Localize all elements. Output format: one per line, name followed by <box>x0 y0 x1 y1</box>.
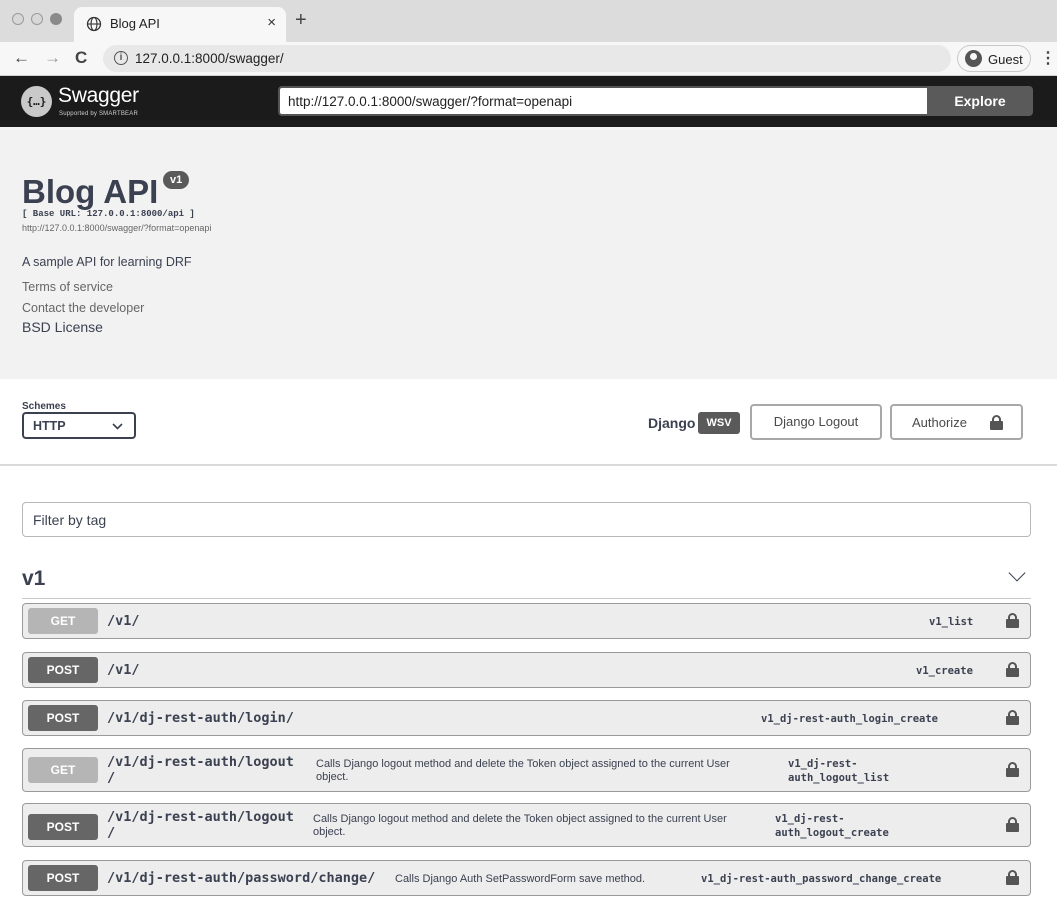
api-info-section: Blog API v1 [ Base URL: 127.0.0.1:8000/a… <box>0 127 1057 379</box>
operation-post-logout[interactable]: POST /v1/dj-rest-auth/logout / Calls Dja… <box>22 803 1031 847</box>
page-title: Blog API <box>22 173 159 210</box>
forward-button[interactable]: → <box>44 47 61 69</box>
operation-id-line1: v1_dj-rest- <box>788 758 858 770</box>
tag-name[interactable]: v1 <box>22 567 45 591</box>
operation-path: /v1/dj-rest-auth/login/ <box>107 710 294 726</box>
operation-get-logout[interactable]: GET /v1/dj-rest-auth/logout / Calls Djan… <box>22 748 1031 792</box>
new-tab-button[interactable]: + <box>295 10 307 30</box>
operation-id-line2: auth_logout_create <box>775 827 889 839</box>
window-close-button[interactable] <box>12 13 24 25</box>
operation-post-v1[interactable]: POST /v1/ v1_create <box>22 652 1031 688</box>
base-url: [ Base URL: 127.0.0.1:8000/api ] <box>22 209 195 219</box>
spec-url-input[interactable]: http://127.0.0.1:8000/swagger/?format=op… <box>278 86 927 116</box>
unlock-icon <box>990 415 1003 430</box>
schemes-label: Schemes <box>22 401 66 412</box>
address-bar-url[interactable]: 127.0.0.1:8000/swagger/ <box>135 51 284 66</box>
globe-icon <box>86 16 102 32</box>
site-info-icon[interactable]: i <box>114 51 128 65</box>
tab-title: Blog API <box>110 16 160 31</box>
contact-developer-link[interactable]: Contact the developer <box>22 301 144 315</box>
operation-post-login[interactable]: POST /v1/dj-rest-auth/login/ v1_dj-rest-… <box>22 700 1031 736</box>
method-badge: POST <box>28 865 98 891</box>
swagger-logo-subtitle: Supported by SMARTBEAR <box>59 111 138 117</box>
operation-summary: Calls Django logout method and delete th… <box>316 758 730 783</box>
wsv-badge: WSV <box>698 412 740 434</box>
lock-icon[interactable] <box>1006 613 1019 628</box>
operation-summary: Calls Django logout method and delete th… <box>313 813 727 838</box>
operation-path-line2: / <box>107 825 116 841</box>
browser-toolbar: ← → C i 127.0.0.1:8000/swagger/ Guest <box>0 42 1057 76</box>
lock-icon[interactable] <box>1006 817 1019 832</box>
operation-get-v1[interactable]: GET /v1/ v1_list <box>22 603 1031 639</box>
operation-path: /v1/ <box>107 613 140 629</box>
operation-id-line2: auth_logout_list <box>788 772 890 784</box>
swagger-topbar: {…} Swagger Supported by SMARTBEAR http:… <box>0 76 1057 127</box>
profile-button[interactable]: Guest <box>957 45 1031 72</box>
address-bar[interactable]: i 127.0.0.1:8000/swagger/ <box>103 45 951 72</box>
operation-summary: Calls Django Auth SetPasswordForm save m… <box>395 873 646 885</box>
avatar-icon <box>965 50 982 67</box>
method-badge: GET <box>28 757 98 783</box>
operation-path: /v1/ <box>107 662 140 678</box>
method-badge: POST <box>28 705 98 731</box>
method-badge: POST <box>28 814 98 840</box>
operation-id: v1_list <box>929 616 974 628</box>
operation-post-password-change[interactable]: POST /v1/dj-rest-auth/password/change/ C… <box>22 860 1031 896</box>
swagger-logo-icon[interactable]: {…} <box>21 86 52 117</box>
spec-link[interactable]: http://127.0.0.1:8000/swagger/?format=op… <box>22 223 211 233</box>
browser-menu-icon[interactable]: ⋮ <box>1040 48 1056 68</box>
version-badge: v1 <box>163 171 190 189</box>
django-logout-button[interactable]: Django Logout <box>750 404 882 440</box>
chevron-down-icon <box>112 423 123 430</box>
operation-id: v1_dj-rest-auth_login_create <box>761 713 939 725</box>
operation-path-line1: /v1/dj-rest-auth/logout <box>107 809 294 825</box>
swagger-logo-text[interactable]: Swagger <box>58 84 139 108</box>
tag-section-v1[interactable]: v1 <box>22 558 1031 599</box>
operation-path-line2: / <box>107 770 116 786</box>
terms-of-service-link[interactable]: Terms of service <box>22 280 113 294</box>
browser-tab-strip: Blog API × + <box>0 0 1057 42</box>
chevron-down-icon[interactable] <box>1008 564 1026 582</box>
operation-id-line1: v1_dj-rest- <box>775 813 845 825</box>
method-badge: GET <box>28 608 98 634</box>
authorize-label: Authorize <box>912 415 967 430</box>
lock-icon[interactable] <box>1006 710 1019 725</box>
operation-id: v1_dj-rest-auth_password_change_create <box>701 873 942 885</box>
api-description: A sample API for learning DRF <box>22 255 192 269</box>
lock-icon[interactable] <box>1006 662 1019 677</box>
profile-label: Guest <box>988 52 1023 67</box>
browser-tab-blog-api[interactable]: Blog API × <box>74 7 286 42</box>
schemes-selected-value: HTTP <box>33 419 66 433</box>
authorize-button[interactable]: Authorize <box>890 404 1023 440</box>
license-link[interactable]: BSD License <box>22 319 103 335</box>
back-button[interactable]: ← <box>13 47 30 69</box>
schemes-select[interactable]: HTTP <box>22 412 136 439</box>
lock-icon[interactable] <box>1006 762 1019 777</box>
django-label: Django <box>648 415 696 431</box>
window-minimize-button[interactable] <box>31 13 43 25</box>
window-zoom-button[interactable] <box>50 13 62 25</box>
schemes-container: Schemes HTTP Django WSV Django Logout Au… <box>0 379 1057 466</box>
tab-close-icon[interactable]: × <box>267 14 276 31</box>
reload-button[interactable]: C <box>75 47 87 69</box>
filter-by-tag-input[interactable]: Filter by tag <box>22 502 1031 537</box>
method-badge: POST <box>28 657 98 683</box>
operation-path-line1: /v1/dj-rest-auth/logout <box>107 754 294 770</box>
operation-path: /v1/dj-rest-auth/password/change/ <box>107 870 376 886</box>
explore-button[interactable]: Explore <box>927 86 1033 116</box>
operation-id: v1_create <box>916 665 973 677</box>
lock-icon[interactable] <box>1006 870 1019 885</box>
